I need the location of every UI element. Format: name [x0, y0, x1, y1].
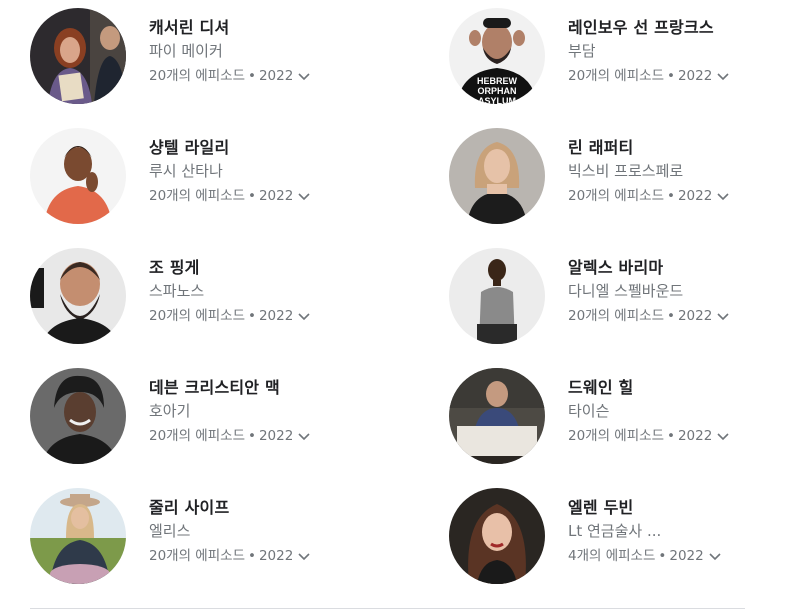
- cast-name: 줄리 사이프: [149, 498, 230, 517]
- separator: •: [248, 188, 256, 204]
- avatar: [30, 488, 126, 584]
- episode-info: 20개의 에피소드 • 2022: [568, 185, 730, 207]
- episode-count: 20개의 에피소드: [149, 68, 245, 84]
- episode-info: 20개의 에피소드 • 2022: [568, 425, 730, 447]
- chevron-down-icon[interactable]: [716, 69, 730, 83]
- cast-name: 린 래퍼티: [568, 138, 634, 157]
- separator: •: [658, 548, 667, 564]
- avatar: [449, 368, 545, 464]
- episode-count: 20개의 에피소드: [568, 308, 664, 324]
- chevron-down-icon[interactable]: [297, 549, 311, 563]
- cast-member-card[interactable]: 캐서린 디셔 파이 메이커 20개의 에피소드 • 2022: [30, 8, 400, 108]
- episode-count: 20개의 에피소드: [149, 428, 245, 444]
- character-name: Lt 연금술사 ...: [568, 522, 662, 540]
- episode-info: 20개의 에피소드 • 2022: [149, 545, 311, 567]
- chevron-down-icon[interactable]: [297, 309, 311, 323]
- character-name: 스파노스: [149, 282, 205, 300]
- avatar: HEBREW ORPHAN ASYLUM: [449, 8, 545, 104]
- avatar: [30, 368, 126, 464]
- chevron-down-icon[interactable]: [297, 429, 311, 443]
- chevron-down-icon[interactable]: [297, 69, 311, 83]
- cast-member-card[interactable]: 줄리 사이프 엘리스 20개의 에피소드 • 2022: [30, 488, 400, 588]
- episode-info: 20개의 에피소드 • 2022: [568, 65, 730, 87]
- episode-count: 20개의 에피소드: [568, 188, 664, 204]
- year: 2022: [669, 548, 704, 564]
- episode-info: 4개의 에피소드 • 2022: [568, 545, 722, 567]
- year: 2022: [258, 548, 294, 564]
- separator: •: [248, 548, 256, 564]
- character-name: 엘리스: [149, 522, 191, 540]
- year: 2022: [677, 308, 713, 324]
- year: 2022: [677, 68, 713, 84]
- avatar: [449, 128, 545, 224]
- year: 2022: [677, 428, 713, 444]
- cast-name: 조 핑게: [149, 258, 200, 277]
- episode-count: 4개의 에피소드: [568, 548, 656, 564]
- avatar: [30, 8, 126, 104]
- episode-info: 20개의 에피소드 • 2022: [568, 305, 730, 327]
- cast-member-card[interactable]: 엘렌 두빈 Lt 연금술사 ... 4개의 에피소드 • 2022: [449, 488, 785, 588]
- separator: •: [667, 188, 675, 204]
- cast-name: 캐서린 디셔: [149, 18, 230, 37]
- divider: [30, 608, 745, 609]
- avatar: [449, 248, 545, 344]
- chevron-down-icon[interactable]: [716, 189, 730, 203]
- cast-member-card[interactable]: 드웨인 힐 타이슨 20개의 에피소드 • 2022: [449, 368, 785, 468]
- character-name: 다니엘 스펠바운드: [568, 282, 684, 300]
- chevron-down-icon[interactable]: [708, 549, 722, 563]
- cast-name: 레인보우 선 프랑크스: [568, 18, 714, 37]
- episode-info: 20개의 에피소드 • 2022: [149, 305, 311, 327]
- character-name: 부담: [568, 42, 596, 60]
- chevron-down-icon[interactable]: [297, 189, 311, 203]
- avatar: [449, 488, 545, 584]
- separator: •: [248, 308, 256, 324]
- separator: •: [667, 428, 675, 444]
- cast-name: 데븐 크리스티안 맥: [149, 378, 280, 397]
- episode-count: 20개의 에피소드: [149, 548, 245, 564]
- chevron-down-icon[interactable]: [716, 309, 730, 323]
- shirt-text-2: ORPHAN: [477, 86, 516, 96]
- character-name: 빅스비 프로스페로: [568, 162, 684, 180]
- chevron-down-icon[interactable]: [716, 429, 730, 443]
- year: 2022: [258, 308, 294, 324]
- shirt-text-1: HEBREW: [477, 76, 518, 86]
- episode-count: 20개의 에피소드: [149, 188, 245, 204]
- character-name: 호아기: [149, 402, 191, 420]
- character-name: 루시 산타나: [149, 162, 223, 180]
- separator: •: [667, 68, 675, 84]
- cast-member-card[interactable]: 샹텔 라일리 루시 산타나 20개의 에피소드 • 2022: [30, 128, 400, 228]
- character-name: 파이 메이커: [149, 42, 223, 60]
- separator: •: [667, 308, 675, 324]
- cast-member-card[interactable]: 데븐 크리스티안 맥 호아기 20개의 에피소드 • 2022: [30, 368, 400, 468]
- cast-name: 드웨인 힐: [568, 378, 634, 397]
- cast-name: 샹텔 라일리: [149, 138, 230, 157]
- separator: •: [248, 68, 256, 84]
- episode-count: 20개의 에피소드: [568, 428, 664, 444]
- avatar: [30, 248, 126, 344]
- separator: •: [248, 428, 256, 444]
- episode-info: 20개의 에피소드 • 2022: [149, 425, 311, 447]
- cast-member-card[interactable]: HEBREW ORPHAN ASYLUM 레인보우 선 프랑크스 부담 20개의…: [449, 8, 785, 108]
- year: 2022: [258, 188, 294, 204]
- year: 2022: [677, 188, 713, 204]
- cast-member-card[interactable]: 알렉스 바리마 다니엘 스펠바운드 20개의 에피소드 • 2022: [449, 248, 785, 348]
- year: 2022: [258, 428, 294, 444]
- episode-count: 20개의 에피소드: [149, 308, 245, 324]
- cast-name: 엘렌 두빈: [568, 498, 634, 517]
- year: 2022: [258, 68, 294, 84]
- episode-info: 20개의 에피소드 • 2022: [149, 65, 311, 87]
- character-name: 타이슨: [568, 402, 610, 420]
- episode-count: 20개의 에피소드: [568, 68, 664, 84]
- shirt-text-3: ASYLUM: [478, 96, 516, 104]
- avatar: [30, 128, 126, 224]
- cast-name: 알렉스 바리마: [568, 258, 664, 277]
- cast-member-card[interactable]: 린 래퍼티 빅스비 프로스페로 20개의 에피소드 • 2022: [449, 128, 785, 228]
- cast-member-card[interactable]: 조 핑게 스파노스 20개의 에피소드 • 2022: [30, 248, 400, 348]
- episode-info: 20개의 에피소드 • 2022: [149, 185, 311, 207]
